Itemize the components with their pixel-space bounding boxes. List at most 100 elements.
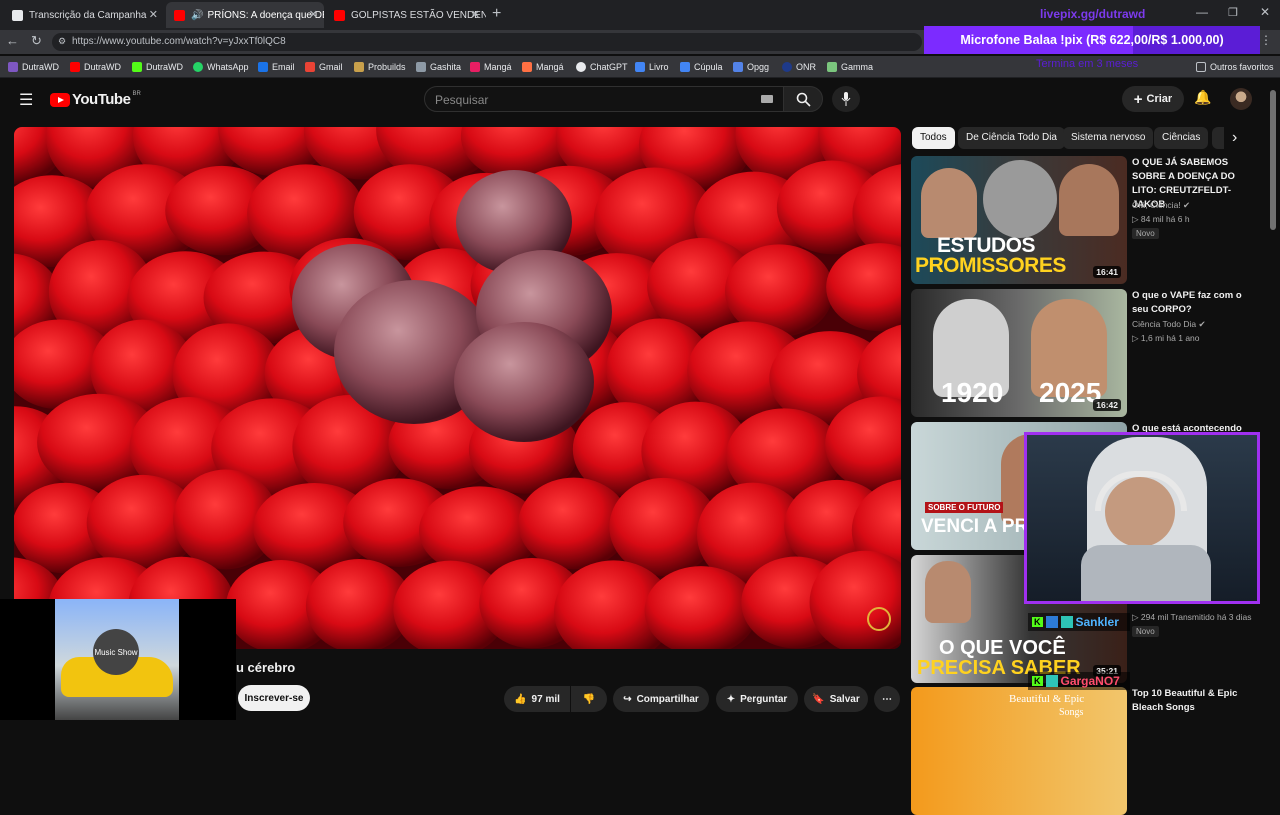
new-badge: Novo bbox=[1132, 228, 1159, 239]
video-player[interactable] bbox=[14, 127, 901, 649]
hamburger-menu-icon[interactable]: ☰ bbox=[19, 90, 33, 110]
tab-golpistas[interactable]: GOLPISTAS ESTÃO VENDENDO FI ✕ bbox=[326, 2, 486, 28]
restore-icon[interactable]: ❐ bbox=[1228, 6, 1238, 19]
audio-playing-icon[interactable]: 🔊 bbox=[191, 10, 203, 21]
donation-goal-text: Microfone Balaa !pix (R$ 622,00/R$ 1.000… bbox=[960, 33, 1224, 47]
youtube-play-icon bbox=[50, 92, 70, 107]
chip-todos[interactable]: Todos bbox=[912, 127, 955, 149]
bookmark-onr[interactable]: ONR bbox=[782, 59, 816, 75]
thumbnail-text: 2025 bbox=[1039, 377, 1102, 408]
bookmark-livro[interactable]: Livro bbox=[635, 59, 669, 75]
manga-icon bbox=[470, 62, 480, 72]
like-button[interactable]: 👍 97 mil bbox=[504, 686, 570, 712]
bookmark-manga-1[interactable]: Mangá bbox=[470, 59, 512, 75]
channel-watermark-icon bbox=[867, 607, 891, 631]
keyboard-icon[interactable] bbox=[761, 95, 773, 103]
back-icon[interactable]: ← bbox=[6, 33, 19, 48]
notifications-bell-icon[interactable]: 🔔 bbox=[1194, 89, 1211, 106]
subscribe-button[interactable]: Inscrever-se bbox=[238, 685, 310, 711]
bookmark-opgg[interactable]: Opgg bbox=[733, 59, 769, 75]
chevron-right-icon[interactable]: › bbox=[1232, 129, 1237, 147]
voice-search-button[interactable] bbox=[832, 86, 860, 112]
badge-icon bbox=[1045, 675, 1058, 687]
verified-icon: ✔ bbox=[1183, 200, 1191, 210]
livepix-url: livepix.gg/dutrawd bbox=[1040, 7, 1146, 21]
bookmark-manga-2[interactable]: Mangá bbox=[522, 59, 564, 75]
gashita-icon bbox=[416, 62, 426, 72]
dislike-button[interactable]: 👎 bbox=[571, 686, 607, 712]
thumbs-up-icon: 👍 bbox=[514, 693, 527, 705]
donation-goal-bar: Microfone Balaa !pix (R$ 622,00/R$ 1.000… bbox=[924, 26, 1260, 54]
thumbnail-text: 1920 bbox=[941, 377, 1004, 408]
bookmark-cupula[interactable]: Cúpula bbox=[680, 59, 723, 75]
close-tab-icon[interactable]: ✕ bbox=[309, 8, 318, 21]
new-badge: Novo bbox=[1132, 626, 1159, 637]
thumbnail-text: SOBRE O FUTURO bbox=[925, 502, 1004, 513]
video-frame-red-cells bbox=[14, 127, 901, 649]
youtube-logo[interactable]: YouTube BR bbox=[50, 91, 141, 108]
music-show-logo: Music Show bbox=[93, 629, 139, 675]
bookmark-dutrawd-3[interactable]: DutraWD bbox=[132, 59, 183, 75]
thumbnail-2[interactable]: 1920 2025 16:42 bbox=[911, 289, 1127, 417]
badge-icon bbox=[1045, 616, 1058, 628]
brain-image bbox=[983, 160, 1057, 238]
video-title[interactable]: Top 10 Beautiful & Epic Bleach Songs bbox=[1132, 687, 1257, 715]
folder-icon bbox=[1196, 62, 1206, 72]
thumbnail-1[interactable]: ESTUDOS PROMISSORES 16:41 bbox=[911, 156, 1127, 284]
bookmark-dutrawd-1[interactable]: DutraWD bbox=[8, 59, 59, 75]
bookmark-gamma[interactable]: Gamma bbox=[827, 59, 873, 75]
chip-ciencias[interactable]: Ciências bbox=[1154, 127, 1209, 149]
kick-badge-icon: K bbox=[1032, 676, 1043, 686]
thumbnail-person-1 bbox=[921, 168, 977, 238]
bookmark-gashita[interactable]: Gashita bbox=[416, 59, 461, 75]
site-info-icon[interactable]: ⚙ bbox=[58, 36, 66, 47]
scrollbar[interactable] bbox=[1270, 90, 1276, 230]
close-window-icon[interactable]: ✕ bbox=[1260, 5, 1270, 19]
badge-icon bbox=[1060, 616, 1073, 628]
search-icon bbox=[796, 92, 811, 107]
bookmark-email[interactable]: Email bbox=[258, 59, 295, 75]
bookmark-dutrawd-2[interactable]: DutraWD bbox=[70, 59, 121, 75]
thumbnail-text: Songs bbox=[1059, 707, 1084, 718]
search-button[interactable] bbox=[783, 86, 823, 112]
avatar[interactable] bbox=[1230, 88, 1252, 110]
more-actions-button[interactable]: ⋯ bbox=[874, 686, 900, 712]
microphone-icon bbox=[841, 92, 851, 106]
tab-prions[interactable]: 🔊 PRÍONS: A doença que DERR ✕ bbox=[166, 2, 324, 28]
music-widget-cover: Music Show bbox=[55, 599, 179, 720]
other-bookmarks[interactable]: Outros favoritos bbox=[1196, 59, 1274, 75]
duration-badge: 16:41 bbox=[1093, 266, 1121, 278]
channel-name[interactable]: Ciência Todo Dia ✔ bbox=[1132, 318, 1206, 331]
gmail-icon bbox=[305, 62, 315, 72]
video-title[interactable]: O que o VAPE faz com o seu CORPO? bbox=[1132, 289, 1257, 317]
thumbnail-5[interactable]: Beautiful & Epic Songs bbox=[911, 687, 1127, 815]
bookmark-probuilds[interactable]: Probuilds bbox=[354, 59, 406, 75]
create-button[interactable]: + Criar bbox=[1122, 86, 1184, 112]
bookmark-whatsapp[interactable]: WhatsApp bbox=[193, 59, 249, 75]
new-tab-icon[interactable]: + bbox=[492, 5, 501, 23]
bookmark-gmail[interactable]: Gmail bbox=[305, 59, 343, 75]
chip-partial[interactable] bbox=[1212, 127, 1224, 149]
whatsapp-icon bbox=[193, 62, 203, 72]
menu-icon[interactable]: ⋮ bbox=[1260, 33, 1272, 47]
music-widget: Music Show bbox=[0, 599, 236, 720]
video-meta: ▷ 84 mil há 6 h bbox=[1132, 214, 1190, 224]
email-icon bbox=[258, 62, 268, 72]
chip-sistema-nervoso[interactable]: Sistema nervoso bbox=[1063, 127, 1154, 149]
chip-ciencia-todo-dia[interactable]: De Ciência Todo Dia bbox=[958, 127, 1065, 149]
thumbs-down-icon: 👎 bbox=[582, 693, 596, 705]
reload-icon[interactable]: ↻ bbox=[31, 33, 42, 49]
bookmark-chatgpt[interactable]: ChatGPT bbox=[576, 59, 628, 75]
channel-name[interactable]: Olá, Ciência! ✔ bbox=[1132, 199, 1190, 212]
close-tab-icon[interactable]: ✕ bbox=[149, 8, 158, 21]
address-bar[interactable]: https://www.youtube.com/watch?v=yJxxTf0l… bbox=[52, 33, 922, 51]
search-input[interactable]: Pesquisar bbox=[424, 86, 786, 112]
minimize-icon[interactable]: — bbox=[1196, 5, 1208, 19]
tab-transcricao[interactable]: Transcrição da Campanha ✕ bbox=[4, 2, 164, 28]
close-tab-icon[interactable]: ✕ bbox=[471, 8, 480, 21]
save-button[interactable]: 🔖 Salvar bbox=[804, 686, 868, 712]
share-button[interactable]: ↪ Compartilhar bbox=[613, 686, 709, 712]
thumbnail-text: PROMISSORES bbox=[915, 254, 1066, 277]
gamma-icon bbox=[827, 62, 837, 72]
ask-button[interactable]: ✦ Perguntar bbox=[716, 686, 798, 712]
